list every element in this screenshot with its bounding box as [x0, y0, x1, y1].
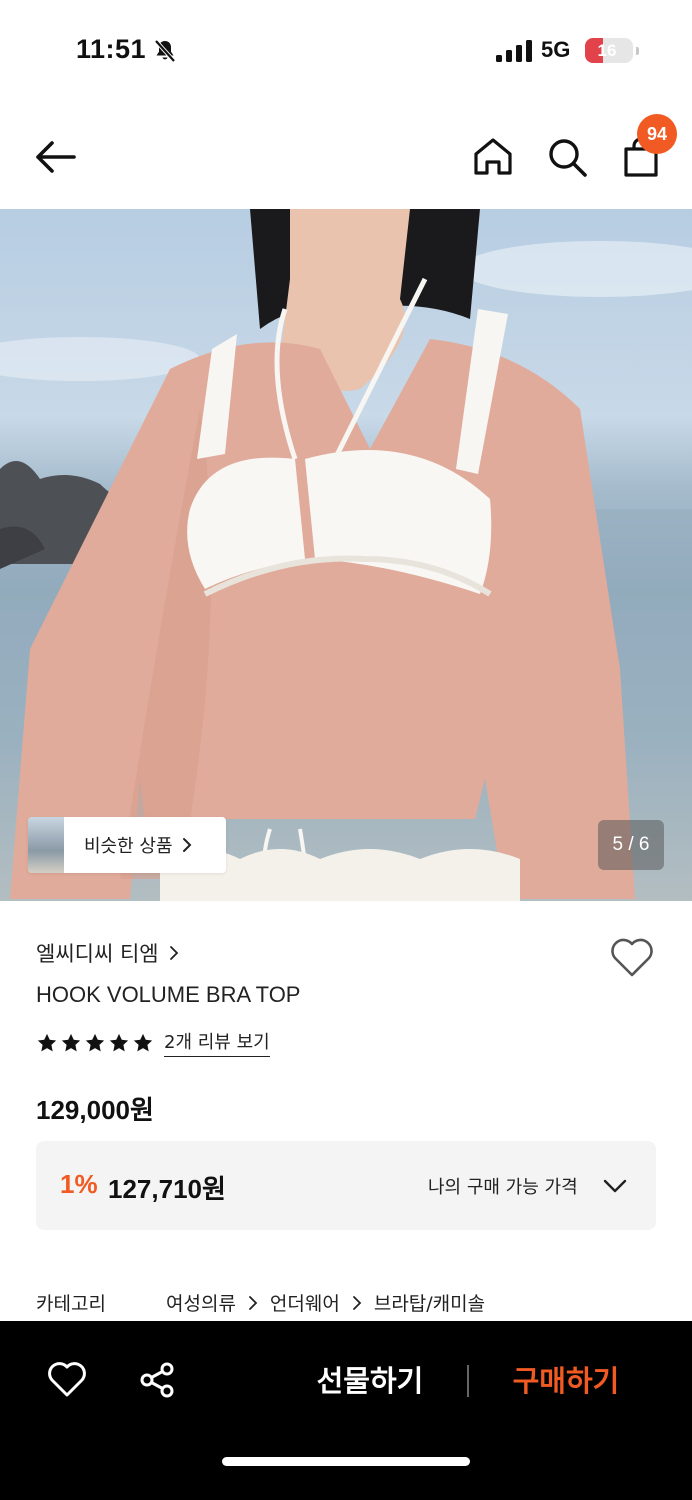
similar-products-button[interactable]: 비슷한 상품: [28, 817, 226, 873]
star-icon: [61, 1033, 81, 1051]
category-item[interactable]: 언더웨어: [270, 1289, 340, 1316]
similar-products-label: 비슷한 상품: [84, 836, 173, 857]
heart-icon[interactable]: [608, 935, 656, 979]
star-icon: [37, 1033, 57, 1051]
gift-button[interactable]: 선물하기: [300, 1361, 440, 1401]
home-indicator[interactable]: [222, 1457, 470, 1466]
image-page-indicator: 5 / 6: [598, 820, 664, 870]
star-icon: [109, 1033, 129, 1051]
back-arrow-icon[interactable]: [30, 136, 80, 178]
category-label: 카테고리: [36, 1293, 106, 1315]
review-link[interactable]: 2개 리뷰 보기: [164, 1028, 270, 1057]
rating-stars: [36, 1032, 154, 1054]
signal-icon: [496, 40, 532, 62]
battery-icon: 16: [585, 38, 639, 63]
similar-product-thumbnail: [28, 817, 64, 873]
network-label: 5G: [541, 37, 571, 62]
bell-off-icon: [154, 39, 176, 63]
chevron-right-icon: [352, 1295, 362, 1310]
product-image[interactable]: [0, 209, 692, 901]
discount-rate: 1%: [60, 1169, 98, 1199]
brand-link[interactable]: 엘씨디씨 티엠: [36, 938, 179, 968]
search-icon[interactable]: [544, 134, 590, 180]
status-bar: 11:51 5G 16: [0, 0, 692, 100]
button-divider: [467, 1365, 469, 1397]
battery-level: 16: [597, 41, 617, 60]
status-time: 11:51: [76, 34, 147, 64]
original-price: 129,000원: [36, 1095, 154, 1125]
star-icon: [133, 1033, 153, 1051]
product-photo: [0, 209, 692, 901]
home-icon[interactable]: [470, 134, 516, 180]
star-icon: [85, 1033, 105, 1051]
product-name: HOOK VOLUME BRA TOP: [36, 982, 301, 1007]
top-navigation: 94: [0, 110, 692, 206]
cart-count-badge[interactable]: 94: [637, 114, 677, 154]
category-item[interactable]: 브라탑/캐미솔: [374, 1289, 485, 1316]
chevron-right-icon: [249, 1295, 258, 1310]
chevron-right-icon: [182, 838, 191, 852]
my-price-label: 나의 구매 가능 가격: [428, 1177, 578, 1198]
chevron-right-icon: [169, 946, 178, 960]
rating-row: 2개 리뷰 보기: [36, 1028, 270, 1057]
chevron-down-icon: [603, 1179, 627, 1193]
category-breadcrumb: 여성의류 언더웨어 브라탑/캐미솔: [166, 1289, 485, 1316]
my-price-box[interactable]: 1% 127,710원 나의 구매 가능 가격: [36, 1141, 656, 1230]
brand-name: 엘씨디씨 티엠: [36, 942, 159, 966]
bottom-action-bar: 선물하기 구매하기: [0, 1321, 692, 1500]
share-icon[interactable]: [138, 1361, 176, 1399]
category-item[interactable]: 여성의류: [166, 1289, 236, 1316]
heart-icon[interactable]: [46, 1359, 88, 1399]
buy-button[interactable]: 구매하기: [496, 1361, 636, 1401]
discount-price: 127,710원: [108, 1174, 226, 1204]
